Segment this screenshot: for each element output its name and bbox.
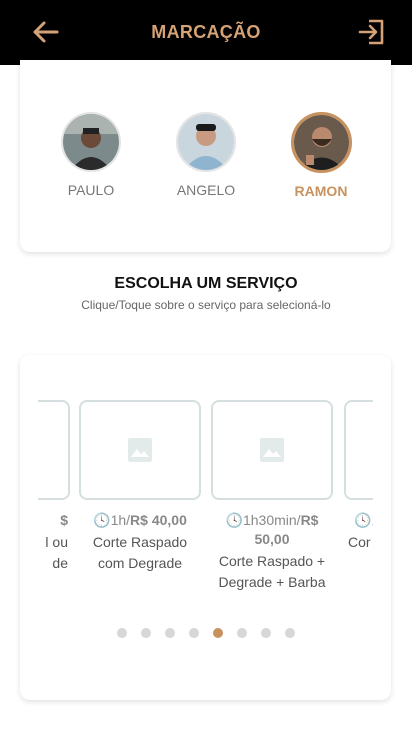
service-desc-line: Corte Raspado: [92, 534, 188, 550]
pagination-dot-active[interactable]: [213, 628, 223, 638]
service-desc-line: Degrade + Barba: [218, 574, 326, 590]
clock-icon: 🕓: [93, 512, 111, 528]
image-placeholder: [38, 400, 70, 500]
avatar: [61, 112, 121, 172]
pagination-dot[interactable]: [237, 628, 247, 638]
image-placeholder: [211, 400, 333, 500]
image-placeholder: [79, 400, 201, 500]
pagination-dot[interactable]: [117, 628, 127, 638]
image-icon: [128, 438, 152, 462]
barber-name: ANGELO: [176, 182, 236, 198]
pagination-dot[interactable]: [285, 628, 295, 638]
service-price-cont: 50,00: [254, 531, 290, 547]
image-placeholder: [344, 400, 373, 500]
service-desc-line: Cor: [348, 534, 371, 550]
service-price: $: [60, 512, 68, 528]
pagination-dot[interactable]: [141, 628, 151, 638]
service-desc-line: Corte Raspado +: [218, 553, 326, 569]
service-duration: 1: [371, 512, 373, 528]
carousel-pagination: [0, 628, 412, 638]
barber-paulo[interactable]: PAULO: [41, 112, 141, 198]
barber-ramon[interactable]: RAMON: [271, 112, 371, 199]
clock-icon: 🕓: [225, 512, 243, 528]
avatar: [290, 112, 352, 173]
section-subtitle: Clique/Toque sobre o serviço para seleci…: [81, 298, 331, 312]
page-title: MARCAÇÃO: [151, 22, 261, 42]
service-duration: 1h30min/: [242, 512, 301, 528]
image-icon: [260, 438, 284, 462]
service-duration: 1h/: [110, 512, 131, 528]
logout-icon[interactable]: [358, 18, 386, 46]
app-header: MARCAÇÃO: [0, 0, 412, 65]
pagination-dot[interactable]: [261, 628, 271, 638]
section-title: ESCOLHA UM SERVIÇO: [114, 275, 298, 292]
barber-name: RAMON: [294, 183, 348, 199]
service-item[interactable]: $ l ou de: [38, 400, 70, 574]
service-desc-line: com Degrade: [97, 555, 183, 571]
pagination-dot[interactable]: [189, 628, 199, 638]
avatar: [176, 112, 236, 172]
barber-angelo[interactable]: ANGELO: [156, 112, 256, 198]
service-desc-line: l ou: [45, 534, 68, 550]
service-item[interactable]: 🕓1h30min/R$ 50,00 Corte Raspado + Degrade…: [211, 400, 333, 593]
service-price: R$: [300, 512, 319, 528]
clock-icon: 🕓: [354, 512, 372, 528]
pagination-dot[interactable]: [165, 628, 175, 638]
service-desc-line: de: [52, 555, 68, 571]
barber-selector-card: PAULO ANGELO RAMON: [20, 60, 391, 252]
service-item[interactable]: 🕓1h/R$ 40,00 Corte Raspado com Degrade: [79, 400, 201, 574]
barber-name: PAULO: [67, 182, 115, 198]
service-item[interactable]: 🕓1 Cor: [344, 400, 373, 553]
service-price: R$ 40,00: [130, 512, 187, 528]
service-carousel[interactable]: $ l ou de 🕓1h/R$ 40,00 Corte Raspado com…: [38, 400, 373, 600]
